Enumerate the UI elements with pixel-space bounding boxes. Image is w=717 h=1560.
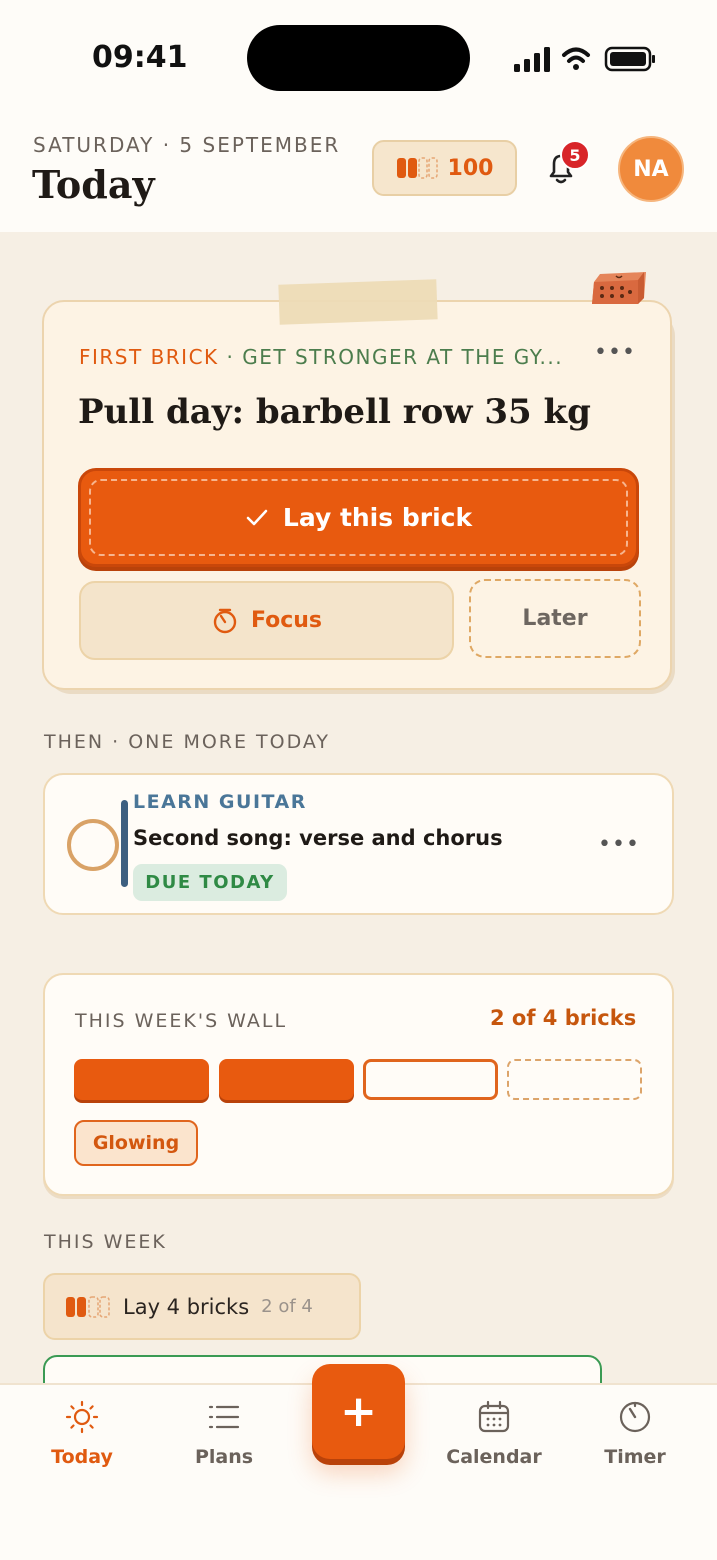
first-brick-label: FIRST BRICK [79,345,219,369]
tab-today[interactable]: Today [22,1400,142,1468]
notification-badge: 5 [560,140,590,170]
weekly-goal-progress: 2 of 4 [261,1296,313,1317]
lay-brick-label: Lay this brick [282,503,473,532]
lay-brick-button-inner: Lay this brick [89,479,628,556]
task-title: Second song: verse and chorus [133,826,503,850]
sun-icon [65,1400,99,1434]
later-button[interactable]: Later [469,579,641,658]
wall-brick-next [363,1059,498,1100]
focus-button[interactable]: Focus [79,581,454,660]
tab-calendar-label: Calendar [446,1446,542,1468]
battery-icon [604,46,655,72]
wall-brick-laid [74,1059,209,1100]
signal-icon [514,47,550,72]
wall-brick-empty [507,1059,642,1100]
tab-timer-label: Timer [604,1446,666,1468]
tab-plans-label: Plans [194,1446,254,1468]
card-more-button[interactable]: ••• [594,340,636,365]
tape-decoration [278,279,438,325]
points-value: 100 [447,155,494,181]
task-plan-label: LEARN GUITAR [133,791,307,813]
calendar-icon [478,1400,510,1433]
wall-status-badge: Glowing [74,1120,198,1166]
brick-stack-icon [66,1295,110,1318]
add-button[interactable]: + [312,1364,405,1459]
tab-today-label: Today [51,1446,113,1468]
wall-brick-laid [219,1059,354,1100]
focus-label: Focus [250,608,323,633]
week-wall-label: THIS WEEK'S WALL [75,1010,288,1032]
task-checkbox[interactable] [67,819,119,871]
tab-plans[interactable]: Plans [164,1400,284,1468]
brick-title: Pull day: barbell row 35 kg [78,392,591,432]
timer-icon [213,608,237,633]
tab-timer[interactable]: Timer [575,1400,695,1468]
card-meta: FIRST BRICK · GET STRONGER AT THE GY... [79,345,563,369]
date-line: SATURDAY · 5 SEPTEMBER [33,133,341,157]
check-icon [246,509,268,525]
lay-brick-button[interactable]: Lay this brick [78,468,639,567]
task-more-button[interactable]: ••• [598,832,640,857]
then-section-label: THEN · ONE MORE TODAY [44,731,331,753]
goal-label: · GET STRONGER AT THE GY... [226,345,564,369]
due-badge: DUE TODAY [133,864,287,901]
tab-calendar[interactable]: Calendar [434,1400,554,1468]
brick-stack-icon [396,157,438,179]
timer-icon [619,1401,651,1433]
avatar[interactable]: NA [618,136,684,202]
plan-color-bar [121,800,128,887]
status-time: 09:41 [92,40,188,75]
this-week-label: THIS WEEK [44,1231,167,1253]
week-wall-count: 2 of 4 bricks [490,1006,637,1030]
list-icon [208,1405,240,1429]
dynamic-island [247,25,470,91]
weekly-goal-chip[interactable]: Lay 4 bricks 2 of 4 [43,1273,361,1340]
weekly-goal-text: Lay 4 bricks [123,1294,250,1319]
wifi-icon [562,47,590,70]
page-title: Today [32,162,155,207]
status-icons [514,46,655,72]
brick-mascot-icon [592,272,646,304]
points-badge[interactable]: 100 [372,140,517,196]
